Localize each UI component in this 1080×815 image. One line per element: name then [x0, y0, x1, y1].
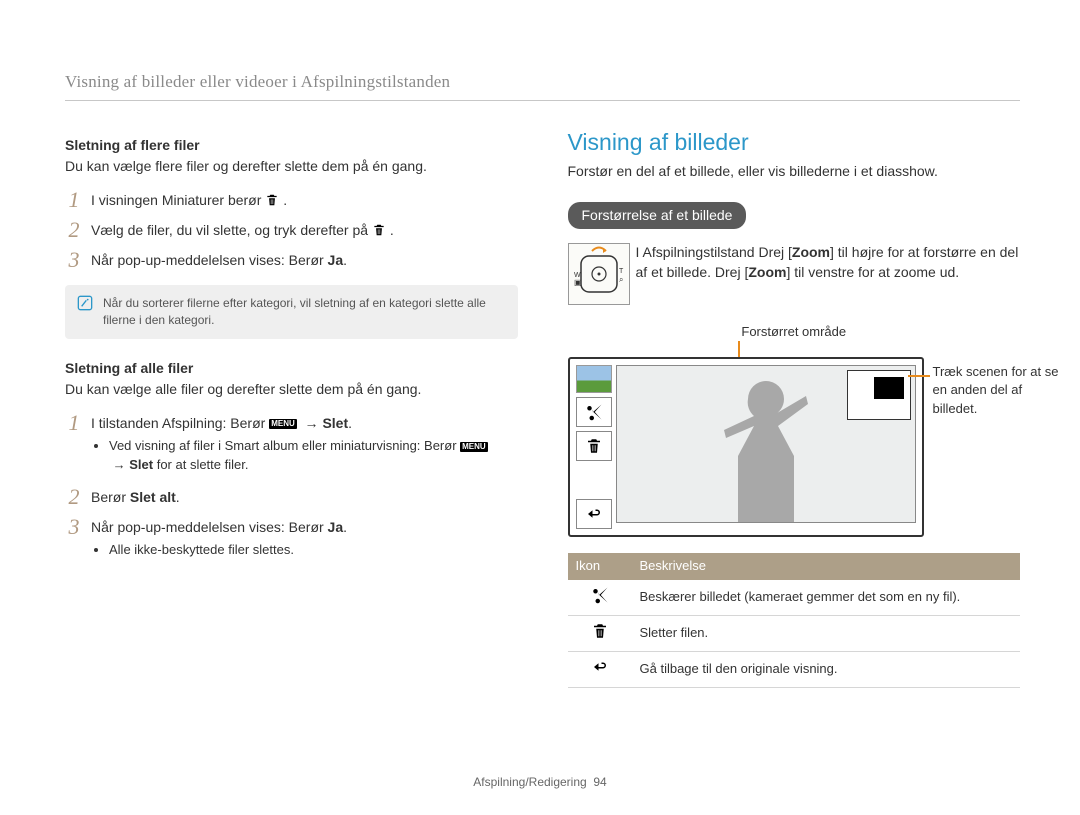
step-body: Vælg de filer, du vil slette, og tryk de…: [91, 219, 518, 241]
zoom-instruction: W T ▣ ⌕ I Afspilningstilstand Drej [Zoom…: [568, 243, 1021, 305]
thumbnail-icon: [576, 365, 612, 393]
table-header-desc: Beskrivelse: [632, 553, 1021, 579]
multi-delete-steps: 1 I visningen Miniaturer berør . 2 Vælg …: [65, 189, 518, 271]
back-arrow-icon: [591, 658, 609, 676]
all-delete-steps: 1 I tilstanden Afspilning: Berør MENU → …: [65, 412, 518, 564]
info-note: Når du sorterer filerne efter kategori, …: [65, 285, 518, 339]
child-silhouette-icon: [691, 366, 841, 522]
step-number: 2: [65, 486, 83, 508]
main-preview: [616, 365, 916, 523]
page-header-title: Visning af billeder eller videoer i Afsp…: [65, 72, 450, 91]
step-body: I tilstanden Afspilning: Berør MENU → Sl…: [91, 412, 518, 478]
step-body: Når pop-up-meddelelsen vises: Berør Ja.: [91, 249, 518, 271]
all-delete-intro: Du kan vælge alle filer og derefter slet…: [65, 380, 518, 400]
all-delete-heading: Sletning af alle filer: [65, 359, 518, 379]
step-number: 1: [65, 189, 83, 211]
figure-top-label: Forstørret område: [568, 323, 1021, 341]
enlarge-figure: Forstørret område: [568, 323, 1021, 537]
section-title: Visning af billeder: [568, 126, 1021, 158]
zoom-text: I Afspilningstilstand Drej [Zoom] til hø…: [636, 243, 1021, 282]
callout-line: [908, 375, 930, 377]
footer-page-number: 94: [593, 775, 606, 789]
step-number: 1: [65, 412, 83, 434]
back-arrow-icon: [585, 505, 603, 523]
left-column: Sletning af flere filer Du kan vælge fle…: [65, 126, 518, 688]
table-row: Gå tilbage til den originale visning.: [568, 651, 1021, 687]
step-number: 3: [65, 516, 83, 538]
multi-delete-intro: Du kan vælge flere filer og derefter sle…: [65, 157, 518, 177]
table-header-icon: Ikon: [568, 553, 632, 579]
svg-text:⌕: ⌕: [619, 275, 623, 284]
step-body: Berør Slet alt.: [91, 486, 518, 508]
footer-section: Afspilning/Redigering: [473, 775, 586, 789]
subsection-pill: Forstørrelse af et billede: [568, 202, 747, 230]
sub-bullet: Ved visning af filer i Smart album eller…: [109, 437, 518, 473]
step-body: Når pop-up-meddelelsen vises: Berør Ja. …: [91, 516, 518, 564]
page-footer: Afspilning/Redigering 94: [0, 774, 1080, 791]
delete-icon-box: [576, 431, 612, 461]
page-header: Visning af billeder eller videoer i Afsp…: [65, 70, 1020, 101]
figure-side-note: Træk scenen for at se en anden del af bi…: [933, 363, 1063, 418]
navigator-viewport: [874, 377, 904, 399]
camera-screen: [568, 357, 924, 537]
section-intro: Forstør en del af et billede, eller vis …: [568, 162, 1021, 182]
trash-icon: [372, 223, 386, 237]
scissors-icon: [591, 586, 609, 604]
step-body: I visningen Miniaturer berør .: [91, 189, 518, 211]
icon-description-table: Ikon Beskrivelse Beskærer billedet (kame…: [568, 553, 1021, 688]
menu-icon: MENU: [269, 419, 297, 429]
step-number: 3: [65, 249, 83, 271]
navigator-box: [847, 370, 911, 420]
multi-delete-heading: Sletning af flere filer: [65, 136, 518, 156]
trash-icon: [265, 193, 279, 207]
menu-icon: MENU: [460, 442, 488, 452]
info-icon: [77, 295, 93, 311]
svg-text:T: T: [619, 268, 624, 275]
right-column: Visning af billeder Forstør en del af et…: [568, 126, 1021, 688]
crop-icon-box: [576, 397, 612, 427]
info-note-text: Når du sorterer filerne efter kategori, …: [103, 295, 506, 329]
zoom-dial-icon: W T ▣ ⌕: [568, 243, 630, 305]
sub-bullet: Alle ikke-beskyttede filer slettes.: [109, 541, 518, 559]
svg-text:▣: ▣: [574, 278, 582, 287]
scissors-icon: [585, 403, 603, 421]
table-row: Sletter filen.: [568, 615, 1021, 651]
table-row: Beskærer billedet (kameraet gemmer det s…: [568, 580, 1021, 616]
back-icon-box: [576, 499, 612, 529]
screen-side-icons: [576, 365, 612, 529]
trash-icon: [591, 622, 609, 640]
callout-line: [738, 341, 740, 357]
trash-icon: [585, 437, 603, 455]
step-number: 2: [65, 219, 83, 241]
